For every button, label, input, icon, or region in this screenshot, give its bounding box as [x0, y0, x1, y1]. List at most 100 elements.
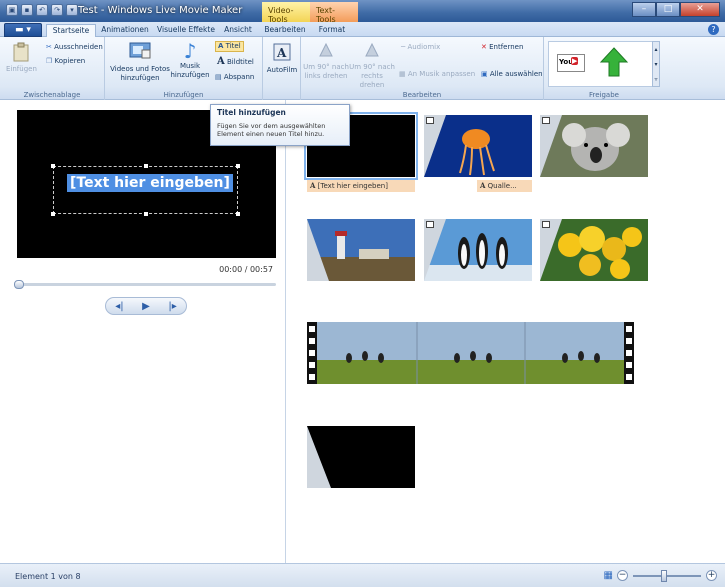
add-music-button[interactable]: ♪ Musik hinzufügen — [169, 40, 211, 80]
credits-thumbnail — [307, 426, 415, 488]
context-tab-text-tools: Text-Tools — [310, 2, 358, 24]
ribbon-tab-row: ▬ ▾ Startseite Animationen Visuelle Effe… — [0, 22, 725, 38]
status-bar: Element 1 von 8 ▦ − + — [0, 563, 725, 587]
minimize-button[interactable]: – — [632, 2, 656, 17]
title-bar: ▣ ▪ ↶ ↷ ▾ Test - Windows Live Movie Make… — [0, 0, 725, 24]
puffins-filmstrip — [307, 322, 634, 384]
autofilm-icon: A — [273, 43, 291, 61]
audiomix-icon: ─ — [401, 43, 406, 51]
maximize-button[interactable]: □ — [656, 2, 680, 17]
zoom-in-icon[interactable]: + — [706, 570, 717, 581]
audiomix-button[interactable]: ─ Audiomix — [401, 43, 440, 52]
clip-label-quallen[interactable]: A Qualle... — [477, 180, 532, 192]
app-icon[interactable]: ▣ — [6, 4, 18, 16]
seek-bar[interactable] — [17, 283, 276, 286]
title-icon: A — [310, 181, 316, 190]
playback-controls: ◂| ▶ |▸ — [105, 297, 187, 315]
dropdown-icon[interactable]: ▾ — [66, 4, 78, 16]
share-gallery: You ▶ — [548, 41, 658, 87]
preview-pane: [Text hier eingeben] 00:00 / 00:57 ◂| ▶ … — [0, 100, 286, 563]
previous-frame-icon[interactable]: ◂| — [115, 301, 123, 312]
film-icon — [426, 117, 434, 124]
lighthouse-thumbnail — [307, 219, 415, 281]
tooltip-title: Titel hinzufügen — [217, 108, 286, 117]
group-label: Freigabe — [589, 91, 619, 99]
copy-button[interactable]: ❐ Kopieren — [46, 57, 85, 66]
select-all-icon: ▣ — [481, 70, 488, 78]
tooltip: Titel hinzufügen Fügen Sie vor dem ausge… — [210, 104, 350, 146]
clip-label-title[interactable]: A [Text hier eingeben] — [307, 180, 415, 192]
tab-format[interactable]: Format — [312, 24, 352, 38]
play-icon[interactable]: ▶ — [142, 301, 150, 312]
tooltip-body: Fügen Sie vor dem ausgewählten Element e… — [217, 122, 326, 138]
publish-arrow-icon[interactable] — [599, 46, 629, 80]
ribbon: Einfügen ✂ Ausschneiden ❐ Kopieren Zwisc… — [0, 37, 725, 100]
seek-thumb[interactable] — [14, 280, 24, 289]
add-credits-button[interactable]: ▤ Abspann — [215, 73, 254, 82]
title-icon: A — [480, 181, 486, 190]
save-icon[interactable]: ▪ — [21, 4, 33, 16]
select-all-button[interactable]: ▣ Alle auswählen — [481, 70, 543, 79]
tab-startseite[interactable]: Startseite — [46, 24, 96, 38]
redo-icon[interactable]: ↷ — [51, 4, 63, 16]
tab-visuelle-effekte[interactable]: Visuelle Effekte — [154, 24, 218, 38]
clip-koala[interactable] — [540, 115, 648, 177]
preview-title-text[interactable]: [Text hier eingeben] — [67, 174, 233, 192]
resize-handle[interactable] — [51, 212, 55, 216]
tulips-thumbnail — [540, 219, 648, 281]
group-share: You ▶ ▴ ▾ ▿ Freigabe — [546, 37, 662, 100]
add-caption-button[interactable]: A Bildtitel — [217, 57, 254, 67]
clip-tulips[interactable] — [540, 219, 648, 281]
add-videos-photos-button[interactable]: Videos und Fotos hinzufügen — [109, 40, 171, 83]
clipboard-icon — [13, 42, 29, 62]
storyboard: A [Text hier eingeben] A Qualle... — [287, 100, 725, 563]
resize-handle[interactable] — [144, 164, 148, 168]
youtube-button[interactable]: You ▶ — [557, 54, 585, 72]
fit-music-button[interactable]: ▦ An Musik anpassen — [399, 70, 475, 79]
jellyfish-thumbnail — [424, 115, 532, 177]
next-frame-icon[interactable]: |▸ — [168, 301, 176, 312]
file-menu-button[interactable]: ▬ ▾ — [4, 23, 42, 37]
clip-penguins[interactable] — [424, 219, 532, 281]
title-icon: A — [218, 42, 224, 50]
remove-button[interactable]: ✕ Entfernen — [481, 43, 523, 52]
fit-music-icon: ▦ — [399, 70, 406, 78]
svg-text:A: A — [276, 46, 287, 60]
rotate-right-button[interactable]: Um 90° nach rechts drehen — [349, 40, 395, 90]
clip-lighthouse[interactable] — [307, 219, 415, 281]
tab-ansicht[interactable]: Ansicht — [220, 24, 256, 38]
clip-puffins-video[interactable] — [307, 322, 634, 384]
tab-bearbeiten[interactable]: Bearbeiten — [262, 24, 308, 38]
paste-button[interactable]: Einfügen — [6, 42, 37, 74]
quick-access-toolbar: ▣ ▪ ↶ ↷ ▾ — [6, 4, 78, 16]
close-button[interactable]: ✕ — [680, 2, 720, 17]
zoom-slider-track[interactable] — [633, 575, 701, 577]
resize-handle[interactable] — [51, 164, 55, 168]
film-icon — [542, 221, 550, 228]
rotate-left-button[interactable]: Um 90° nach links drehen — [303, 40, 349, 81]
cut-button[interactable]: ✂ Ausschneiden — [46, 43, 103, 52]
autofilm-button[interactable]: A AutoFilm — [266, 41, 298, 75]
gallery-scroll[interactable]: ▴ ▾ ▿ — [652, 41, 660, 87]
help-icon[interactable]: ? — [708, 24, 719, 35]
storyboard-view-icon[interactable]: ▦ — [604, 570, 613, 581]
scissors-icon: ✂ — [46, 43, 52, 51]
group-add: Videos und Fotos hinzufügen ♪ Musik hinz… — [105, 37, 263, 100]
zoom-out-icon[interactable]: − — [617, 570, 628, 581]
tab-animationen[interactable]: Animationen — [98, 24, 152, 38]
caption-icon: A — [217, 56, 225, 67]
koala-thumbnail — [540, 115, 648, 177]
copy-icon: ❐ — [46, 57, 53, 65]
undo-icon[interactable]: ↶ — [36, 4, 48, 16]
clip-credits[interactable] — [307, 426, 415, 488]
resize-handle[interactable] — [144, 212, 148, 216]
zoom-control: − + — [617, 570, 717, 582]
add-title-button[interactable]: A Titel — [215, 41, 244, 52]
resize-handle[interactable] — [236, 212, 240, 216]
zoom-slider-thumb[interactable] — [661, 570, 667, 582]
clip-jellyfish[interactable] — [424, 115, 532, 177]
penguins-thumbnail — [424, 219, 532, 281]
group-label: Bearbeiten — [402, 91, 442, 99]
resize-handle[interactable] — [236, 164, 240, 168]
context-tab-video-tools: Video-Tools — [262, 2, 310, 24]
